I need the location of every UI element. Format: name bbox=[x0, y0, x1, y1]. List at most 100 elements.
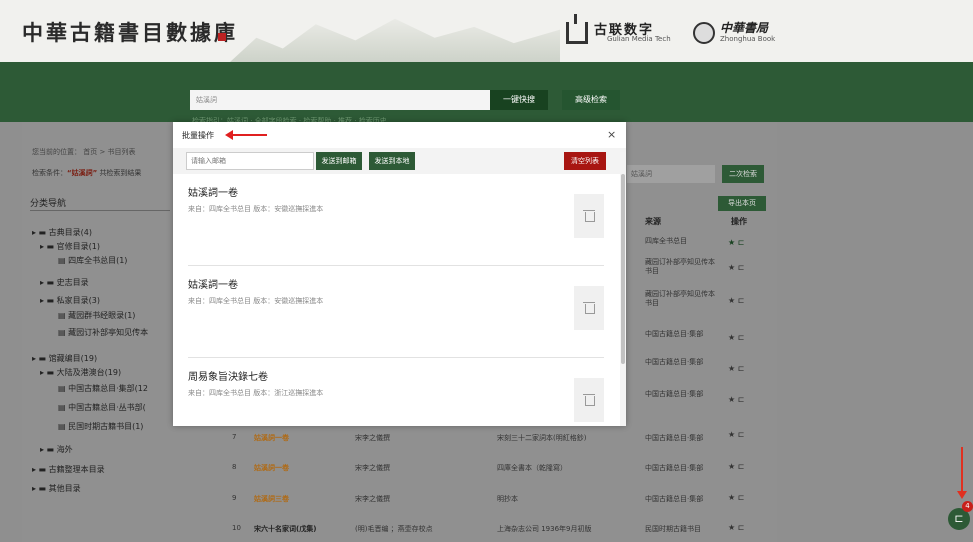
table-row: 9 姑溪詞三卷 宋李之儀撰 明抄本 中国古籍总目·集部 bbox=[222, 485, 764, 513]
row-title[interactable]: 宋六十名家词(戊集) bbox=[254, 524, 316, 534]
column-header-action: 操作 bbox=[731, 217, 747, 226]
close-icon[interactable]: × bbox=[607, 128, 616, 141]
dialog-toolbar: 发送到邮箱 发送到本地 清空列表 bbox=[173, 148, 626, 174]
row-number: 8 bbox=[232, 463, 237, 471]
tree-item[interactable]: ▸ ▬ 古籍整理本目录 bbox=[32, 464, 105, 475]
table-row: 10 宋六十名家词(戊集) (明)毛晋编 ；燕壶存校点 上海杂志公司 1936年… bbox=[222, 515, 764, 542]
tree-item[interactable]: ▤ 中国古籍总目·集部(12 bbox=[58, 383, 148, 394]
row-edition: 宋刻三十二家詞本(明紅格鈔) bbox=[497, 434, 587, 442]
tree-item[interactable]: ▸ ▬ 其他目录 bbox=[32, 483, 81, 494]
item-title: 姑溪詞一卷 bbox=[188, 280, 238, 291]
clear-list-button[interactable]: 清空列表 bbox=[564, 152, 606, 170]
tree-item[interactable]: ▤ 藏园群书经眼录(1) bbox=[58, 310, 135, 321]
row-edition: 明抄本 bbox=[497, 495, 518, 503]
batch-operation-dialog: 批量操作 × 发送到邮箱 发送到本地 清空列表 姑溪詞一卷 来自：四库全书总目 … bbox=[173, 122, 626, 426]
site-title[interactable]: 中華古籍書目數據庫 bbox=[22, 17, 238, 47]
favorite-star-icon[interactable]: ★ ⊏ bbox=[728, 263, 744, 272]
column-header-source: 来源 bbox=[645, 217, 661, 226]
row-number: 10 bbox=[232, 524, 241, 532]
tree-item[interactable]: ▤ 民国时期古籍书目(1) bbox=[58, 421, 143, 432]
secondary-search-input[interactable]: 姑溪詞 bbox=[627, 165, 715, 183]
annotation-arrow-down bbox=[957, 447, 967, 499]
tree-item[interactable]: ▸ ▬ 官修目录(1) bbox=[40, 241, 100, 252]
guilian-logo-icon bbox=[566, 14, 588, 44]
source-cell: 中国古籍总目·集部 bbox=[645, 390, 704, 398]
site-header: 中華古籍書目數據庫 古联数字 Gulian Media Tech 中華書局 Zh… bbox=[0, 0, 973, 62]
second-search-button[interactable]: 二次检索 bbox=[722, 165, 764, 183]
row-source: 中国古籍总目·集部 bbox=[645, 434, 704, 442]
row-author: 宋李之儀撰 bbox=[355, 464, 390, 472]
tree-item[interactable]: ▤ 藏园订补部亭知见传本 bbox=[58, 327, 148, 338]
seal-icon bbox=[218, 33, 226, 41]
cart-count-badge: 4 bbox=[962, 501, 973, 512]
tree-item[interactable]: ▸ ▬ 馆藏编目(19) bbox=[32, 353, 97, 364]
list-item: 姑溪詞一卷 来自：四库全书总目 版本：安徽巡撫採進本 bbox=[188, 266, 604, 358]
table-row: 7 姑溪詞一卷 宋李之儀撰 宋刻三十二家詞本(明紅格鈔) 中国古籍总目·集部 bbox=[222, 424, 764, 452]
send-email-button[interactable]: 发送到邮箱 bbox=[316, 152, 362, 170]
tree-item[interactable]: ▤ 四库全书总目(1) bbox=[58, 255, 127, 266]
conditions-suffix: 共检索到结果 bbox=[99, 169, 142, 177]
trash-icon[interactable] bbox=[574, 286, 604, 330]
item-title: 姑溪詞一卷 bbox=[188, 188, 238, 199]
zhonghua-name[interactable]: 中華書局 bbox=[720, 19, 768, 36]
tree-item[interactable]: ▸ ▬ 私家目录(3) bbox=[40, 295, 100, 306]
source-cell: 中国古籍总目·集部 bbox=[645, 358, 704, 366]
row-author: (明)毛晋编 ；燕壶存校点 bbox=[355, 525, 433, 533]
send-local-button[interactable]: 发送到本地 bbox=[369, 152, 415, 170]
item-title: 周易象旨決錄七卷 bbox=[188, 372, 268, 383]
advanced-search-button[interactable]: 高级检索 bbox=[562, 90, 620, 110]
scrollbar-thumb[interactable] bbox=[621, 174, 625, 364]
email-field[interactable] bbox=[186, 152, 314, 170]
source-cell: 藏园订补部亭知见传本书目 bbox=[645, 258, 715, 275]
item-meta: 来自：四库全书总目 版本：安徽巡撫採進本 bbox=[188, 297, 324, 305]
zhonghua-logo-icon bbox=[693, 22, 715, 44]
list-item: 周易象旨決錄七卷 来自：四库全书总目 版本：浙江巡撫採進本 bbox=[188, 358, 604, 426]
row-edition: 上海杂志公司 1936年9月初版 bbox=[497, 525, 592, 533]
favorite-star-icon[interactable]: ★ ⊏ bbox=[728, 333, 744, 342]
tree-item[interactable]: ▸ ▬ 史志目录 bbox=[40, 277, 89, 288]
mountain-banner bbox=[230, 18, 560, 62]
breadcrumb: 您当前的位置： 首页 > 书目列表 bbox=[32, 148, 136, 156]
source-cell: 藏园订补部亭知见传本书目 bbox=[645, 290, 715, 307]
trash-icon[interactable] bbox=[574, 194, 604, 238]
row-title[interactable]: 姑溪詞一卷 bbox=[254, 433, 289, 443]
row-number: 9 bbox=[232, 494, 237, 502]
row-title[interactable]: 姑溪詞一卷 bbox=[254, 463, 289, 473]
row-number: 7 bbox=[232, 433, 237, 441]
favorite-star-icon[interactable]: ★ ⊏ bbox=[728, 395, 744, 404]
row-source: 民国时期古籍书目 bbox=[645, 525, 701, 533]
row-edition: 四庫全書本（乾隆寫） bbox=[497, 464, 567, 472]
trash-icon[interactable] bbox=[574, 378, 604, 422]
annotation-arrow-left bbox=[225, 130, 267, 140]
tree-item[interactable]: ▸ ▬ 大陆及港澳台(19) bbox=[40, 367, 121, 378]
source-cell: 中国古籍总目·集部 bbox=[645, 330, 704, 338]
row-author: 宋李之儀撰 bbox=[355, 495, 390, 503]
item-meta: 来自：四库全书总目 版本：安徽巡撫採進本 bbox=[188, 205, 324, 213]
dialog-scrollbar[interactable] bbox=[620, 152, 626, 426]
quick-search-button[interactable]: 一键快搜 bbox=[490, 90, 548, 110]
list-item: 姑溪詞一卷 来自：四库全书总目 版本：安徽巡撫採進本 bbox=[188, 174, 604, 266]
source-cell: 四库全书总目 bbox=[645, 237, 687, 245]
row-source: 中国古籍总目·集部 bbox=[645, 495, 704, 503]
tree-item[interactable]: ▤ 中国古籍总目·丛书部( bbox=[58, 402, 146, 413]
nav-title: 分类导航 bbox=[30, 199, 67, 209]
item-meta: 来自：四库全书总目 版本：浙江巡撫採進本 bbox=[188, 389, 324, 397]
table-row: 8 姑溪詞一卷 宋李之儀撰 四庫全書本（乾隆寫） 中国古籍总目·集部 bbox=[222, 454, 764, 482]
guilian-subtitle: Gulian Media Tech bbox=[607, 35, 671, 43]
tree-item[interactable]: ▸ ▬ 海外 bbox=[40, 444, 73, 455]
row-source: 中国古籍总目·集部 bbox=[645, 464, 704, 472]
favorite-star-icon[interactable]: ★ ⊏ bbox=[728, 364, 744, 373]
search-input[interactable] bbox=[190, 90, 490, 110]
favorite-star-icon[interactable]: ★ ⊏ bbox=[728, 238, 744, 247]
nav-divider bbox=[30, 210, 170, 211]
conditions-term: “姑溪詞” bbox=[67, 169, 98, 177]
search-conditions: 检索条件：“姑溪詞” 共检索到结果 bbox=[32, 168, 141, 178]
export-page-button[interactable]: 导出本页 bbox=[718, 196, 766, 211]
favorite-star-icon[interactable]: ★ ⊏ bbox=[728, 296, 744, 305]
dialog-title: 批量操作 bbox=[182, 131, 214, 140]
row-title[interactable]: 姑溪詞三卷 bbox=[254, 494, 289, 504]
zhonghua-subtitle: Zhonghua Book bbox=[720, 35, 776, 43]
row-author: 宋李之儀撰 bbox=[355, 434, 390, 442]
conditions-prefix: 检索条件： bbox=[32, 169, 67, 177]
tree-item[interactable]: ▸ ▬ 古典目录(4) bbox=[32, 227, 92, 238]
